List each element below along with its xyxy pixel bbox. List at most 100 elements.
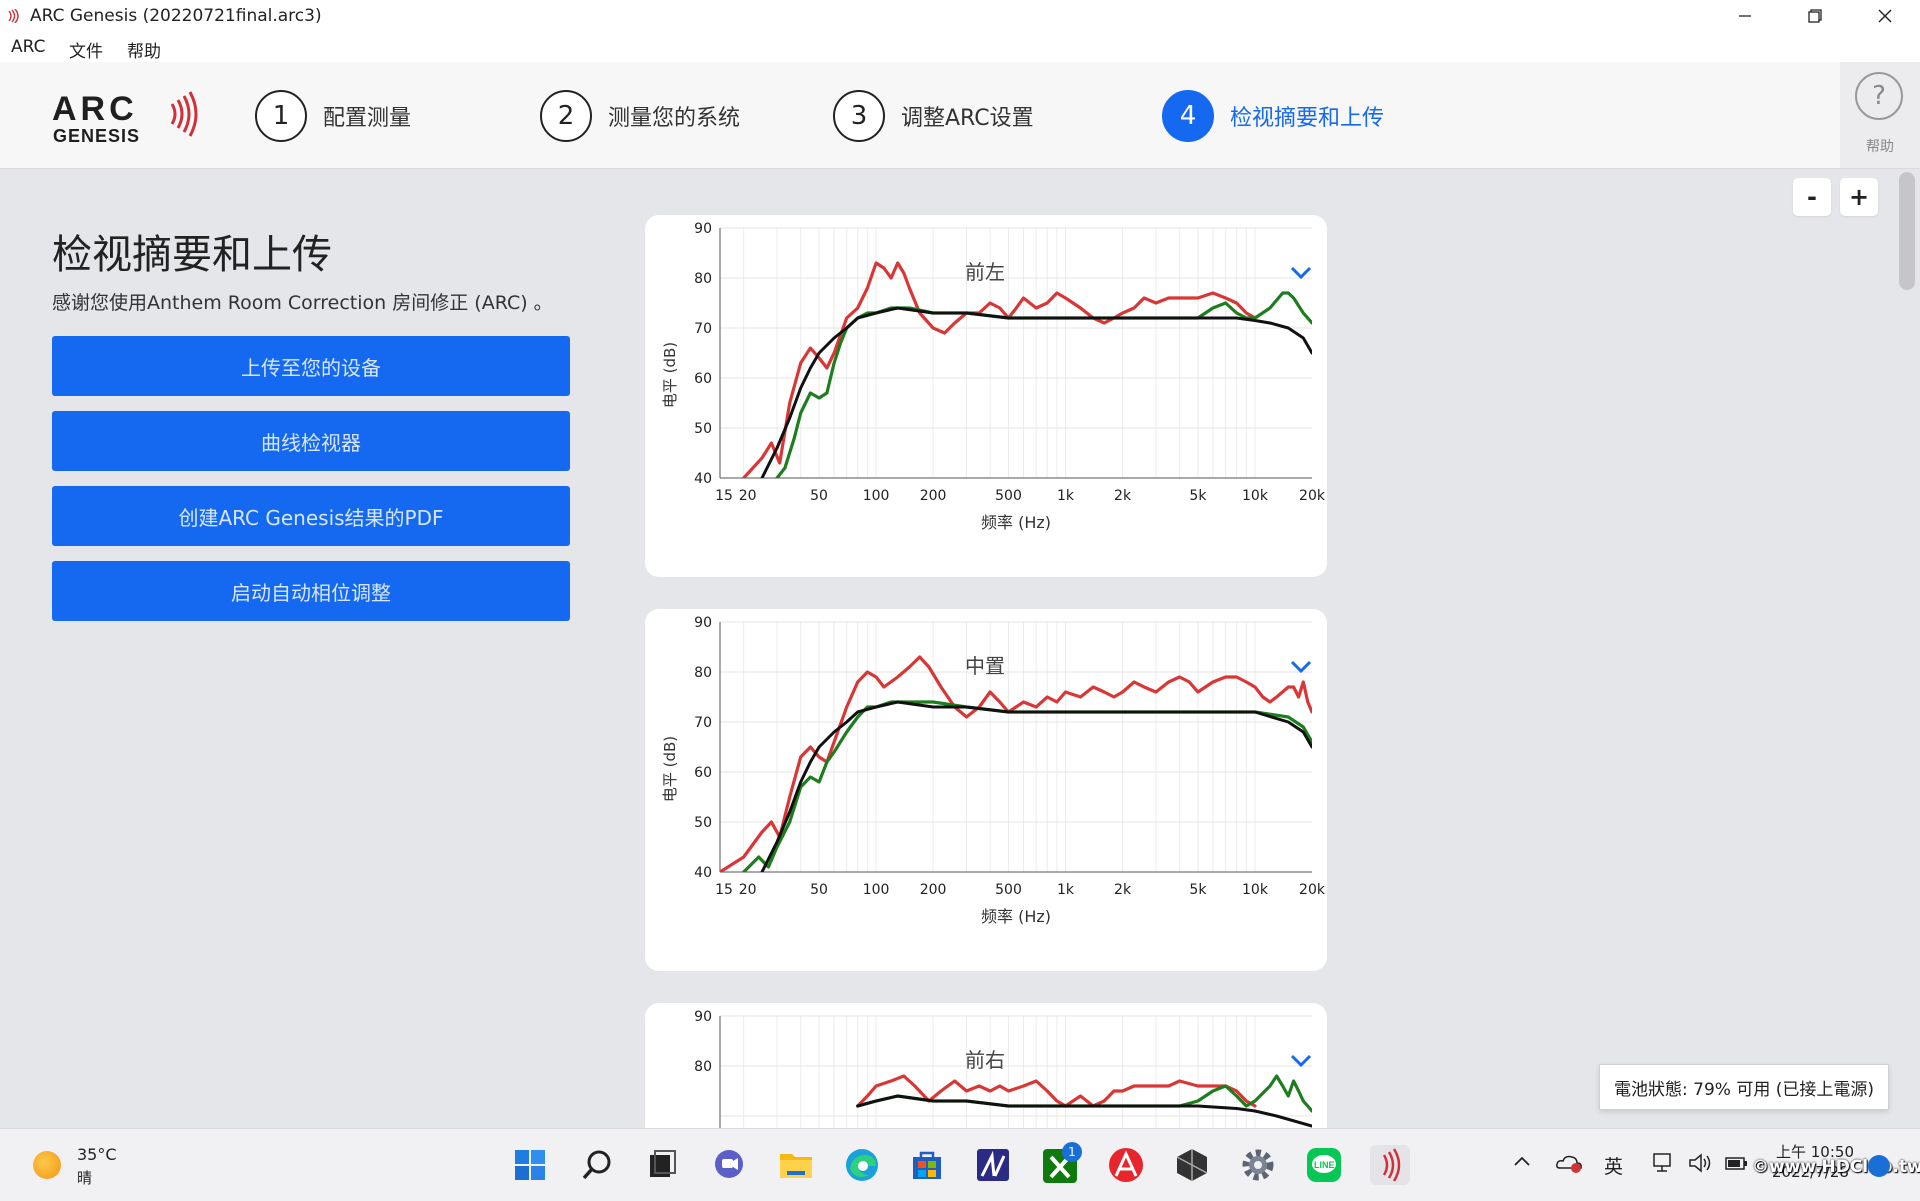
store-icon[interactable] — [907, 1145, 947, 1185]
chat-icon[interactable] — [709, 1145, 749, 1185]
arc-genesis-taskbar-icon[interactable] — [1370, 1145, 1410, 1185]
help-icon: ? — [1855, 72, 1903, 120]
close-icon — [1878, 9, 1892, 23]
volume-icon[interactable] — [1688, 1152, 1714, 1179]
help-label: 帮助 — [1866, 139, 1894, 155]
weather-temp[interactable]: 35°C — [77, 1145, 117, 1164]
chart-card-front-right: 80 90 前右 — [645, 1003, 1327, 1128]
file-explorer-icon[interactable] — [776, 1145, 816, 1185]
watermark-text: ©www.HDClub.tw — [1752, 1157, 1920, 1177]
restore-icon — [1808, 9, 1822, 23]
y-tick-label: 80 — [694, 1059, 712, 1075]
minimize-icon — [1739, 15, 1751, 17]
logo-genesis-text: GENESIS — [53, 126, 140, 146]
x-tick-label: 200 — [920, 488, 947, 504]
step-4-number: 4 — [1162, 90, 1214, 142]
chart-title: 前左 — [965, 260, 1005, 284]
x-tick-label: 500 — [995, 882, 1022, 898]
battery-tooltip: 電池狀態: 79% 可用 (已接上電源) — [1599, 1064, 1889, 1110]
x-tick-label: 200 — [920, 882, 947, 898]
create-pdf-button[interactable]: 创建ARC Genesis结果的PDF — [52, 486, 570, 546]
y-tick-label: 80 — [694, 271, 712, 287]
step-1-number: 1 — [255, 90, 307, 142]
zoom-out-button[interactable]: - — [1793, 178, 1831, 216]
xbox-notification-badge: 1 — [1062, 1142, 1082, 1162]
notification-center-icon[interactable] — [1868, 1155, 1890, 1177]
y-tick-label: 80 — [694, 665, 712, 681]
x-tick-label: 10k — [1242, 882, 1269, 898]
chart-expand-chevron-icon — [1290, 660, 1312, 674]
task-view-icon[interactable] — [642, 1145, 682, 1185]
ime-language-indicator[interactable]: 英 — [1604, 1152, 1623, 1179]
menu-file[interactable]: 文件 — [69, 37, 103, 62]
chart-expand-chevron-icon — [1290, 266, 1312, 280]
weather-sun-icon[interactable] — [33, 1151, 61, 1179]
step-3[interactable]: 3 调整ARC设置 — [833, 88, 1034, 144]
x-tick-label: 20k — [1299, 488, 1326, 504]
upload-to-device-button[interactable]: 上传至您的设备 — [52, 336, 570, 396]
x-tick-label: 100 — [863, 882, 890, 898]
y-tick-label: 50 — [694, 815, 712, 831]
y-tick-label: 40 — [694, 471, 712, 487]
help-button[interactable]: ? 帮助 — [1840, 62, 1920, 168]
acrobat-icon[interactable] — [1106, 1145, 1146, 1185]
x-tick-label: 15 — [715, 488, 733, 504]
chart-title: 前右 — [965, 1048, 1005, 1072]
auto-phase-button[interactable]: 启动自动相位调整 — [52, 561, 570, 621]
menu-arc[interactable]: ARC — [11, 37, 45, 57]
window-title: ARC Genesis (20220721final.arc3) — [30, 6, 322, 26]
y-tick-label: 90 — [694, 1009, 712, 1025]
series-corrected-line — [742, 700, 1312, 872]
chart-card-front-left: 40 50 60 70 80 90 15 20 50 100 200 500 1k 2k 5k 10k 20k 频… — [645, 215, 1327, 577]
step-1[interactable]: 1 配置测量 — [255, 88, 411, 144]
minimize-button[interactable] — [1710, 0, 1780, 32]
y-axis-label: 电平 (dB) — [661, 342, 679, 408]
chart-front-left: 40 50 60 70 80 90 15 20 50 100 200 500 1k 2k 5k 10k 20k 频… — [661, 221, 1326, 532]
curve-viewer-button[interactable]: 曲线检视器 — [52, 411, 570, 471]
wizard-header: ARC GENESIS 1 配置测量 2 测量您的系统 3 调整ARC设置 4 … — [0, 62, 1920, 169]
design-app-icon[interactable] — [973, 1145, 1013, 1185]
vertical-scrollbar[interactable] — [1899, 172, 1915, 290]
search-icon[interactable] — [577, 1145, 617, 1185]
chart-center: 40 50 60 70 80 90 15 20 50 100 200 500 1k 2k 5k 10k 20k 频… — [661, 615, 1326, 926]
zoom-in-button[interactable]: + — [1840, 178, 1878, 216]
edge-browser-icon[interactable] — [842, 1145, 882, 1185]
restore-button[interactable] — [1780, 0, 1850, 32]
onedrive-icon[interactable] — [1555, 1152, 1583, 1179]
menu-help[interactable]: 帮助 — [127, 37, 161, 62]
x-tick-label: 5k — [1189, 488, 1207, 504]
step-3-label: 调整ARC设置 — [901, 106, 1034, 131]
start-icon[interactable] — [510, 1145, 550, 1185]
x-tick-label: 50 — [810, 882, 828, 898]
title-bar: ARC Genesis (20220721final.arc3) — [0, 0, 1920, 32]
page-title: 检视摘要和上传 — [52, 232, 332, 278]
step-3-number: 3 — [833, 90, 885, 142]
x-tick-label: 500 — [995, 488, 1022, 504]
tray-overflow-chevron-icon[interactable] — [1512, 1152, 1532, 1177]
x-tick-label: 20k — [1299, 882, 1326, 898]
logo-arc-text: ARC — [52, 90, 138, 128]
weather-desc[interactable]: 晴 — [77, 1167, 92, 1188]
x-tick-label: 100 — [863, 488, 890, 504]
y-tick-label: 60 — [694, 371, 712, 387]
unity-icon[interactable] — [1172, 1145, 1212, 1185]
chart-front-right: 80 90 前右 — [694, 1009, 1312, 1128]
taskbar: 35°C 晴 1 LINE 英 上午 10:50 2022/7/28 ©www.… — [0, 1128, 1920, 1201]
y-tick-label: 70 — [694, 715, 712, 731]
y-tick-label: 40 — [694, 865, 712, 881]
y-tick-label: 90 — [694, 221, 712, 237]
x-tick-label: 10k — [1242, 488, 1269, 504]
settings-gear-icon[interactable] — [1238, 1145, 1278, 1185]
x-tick-label: 15 — [715, 882, 733, 898]
y-tick-label: 90 — [694, 615, 712, 631]
line-app-icon[interactable]: LINE — [1304, 1145, 1344, 1185]
network-icon[interactable] — [1652, 1152, 1678, 1179]
x-tick-label: 50 — [810, 488, 828, 504]
x-tick-label: 2k — [1114, 882, 1132, 898]
battery-icon[interactable] — [1724, 1152, 1750, 1179]
close-button[interactable] — [1850, 0, 1920, 32]
y-tick-label: 50 — [694, 421, 712, 437]
x-axis-label: 频率 (Hz) — [981, 513, 1051, 532]
step-4[interactable]: 4 检视摘要和上传 — [1162, 88, 1384, 144]
step-2[interactable]: 2 测量您的系统 — [540, 88, 740, 144]
